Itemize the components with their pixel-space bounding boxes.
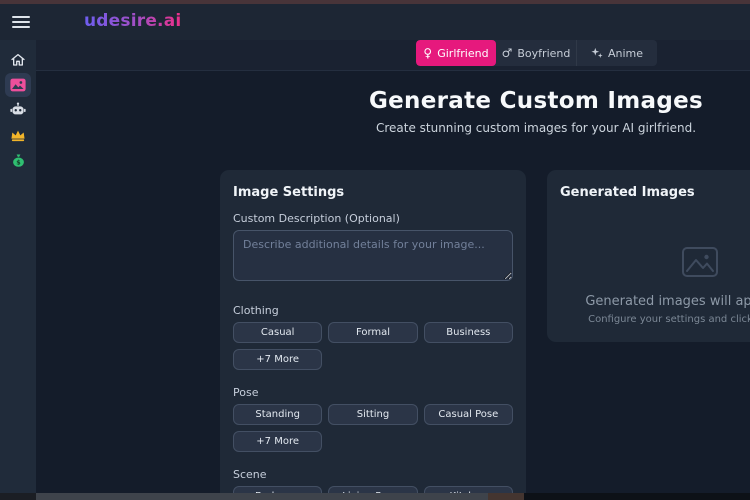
crown-icon bbox=[10, 128, 26, 142]
hero: Generate Custom Images Create stunning c… bbox=[36, 88, 750, 135]
svg-text:$: $ bbox=[16, 158, 20, 166]
scrollbar-corner bbox=[0, 493, 36, 500]
scrollbar-thumb[interactable] bbox=[36, 493, 488, 500]
tab-boyfriend[interactable]: ♂ Boyfriend bbox=[496, 40, 576, 66]
tab-girlfriend[interactable]: ♀ Girlfriend bbox=[416, 40, 496, 66]
sidebar-item-home[interactable] bbox=[5, 48, 31, 72]
option-sitting[interactable]: Sitting bbox=[328, 404, 417, 425]
tab-anime[interactable]: Anime bbox=[576, 40, 657, 66]
horizontal-scrollbar[interactable] bbox=[36, 493, 750, 500]
app-screen: udesire.ai bbox=[0, 0, 750, 500]
male-icon: ♂ bbox=[502, 47, 513, 59]
generated-images-panel: Generated Images Generated images will a… bbox=[547, 170, 750, 342]
tab-anime-label: Anime bbox=[608, 47, 643, 60]
app-header: udesire.ai bbox=[0, 4, 750, 40]
tab-boyfriend-label: Boyfriend bbox=[517, 47, 570, 60]
scene-label: Scene bbox=[233, 468, 513, 481]
clothing-more-button[interactable]: +7 More bbox=[233, 349, 322, 370]
description-label: Custom Description (Optional) bbox=[233, 212, 513, 225]
generated-images-title: Generated Images bbox=[560, 185, 750, 200]
sidebar-item-chat[interactable] bbox=[5, 98, 31, 122]
option-formal[interactable]: Formal bbox=[328, 322, 417, 343]
empty-state-title: Generated images will appear here bbox=[560, 294, 750, 309]
menu-icon[interactable] bbox=[12, 14, 30, 30]
option-casual-pose[interactable]: Casual Pose bbox=[424, 404, 513, 425]
clothing-options: Casual Formal Business bbox=[233, 322, 513, 343]
category-tabs: ♀ Girlfriend ♂ Boyfriend Anime bbox=[416, 40, 657, 66]
image-settings-title: Image Settings bbox=[233, 185, 513, 200]
female-icon: ♀ bbox=[423, 47, 432, 59]
sidebar-item-earn[interactable]: $ bbox=[5, 148, 31, 172]
option-casual[interactable]: Casual bbox=[233, 322, 322, 343]
home-icon bbox=[10, 52, 26, 68]
robot-icon bbox=[10, 102, 26, 118]
sparkles-icon bbox=[591, 47, 603, 59]
option-standing[interactable]: Standing bbox=[233, 404, 322, 425]
clothing-label: Clothing bbox=[233, 304, 513, 317]
sidebar-item-premium[interactable] bbox=[5, 123, 31, 147]
option-business[interactable]: Business bbox=[424, 322, 513, 343]
sidebar: $ bbox=[0, 40, 36, 493]
empty-state-hint: Configure your settings and click "Gener… bbox=[560, 314, 750, 325]
tab-band: ♀ Girlfriend ♂ Boyfriend Anime bbox=[36, 40, 750, 71]
image-icon bbox=[10, 78, 26, 92]
generated-empty-state: Generated images will appear here Config… bbox=[560, 246, 750, 325]
pose-options: Standing Sitting Casual Pose bbox=[233, 404, 513, 425]
sidebar-item-images[interactable] bbox=[5, 73, 31, 97]
pose-label: Pose bbox=[233, 386, 513, 399]
scrollbar-accent bbox=[488, 493, 524, 500]
page-subtitle: Create stunning custom images for your A… bbox=[36, 121, 750, 135]
image-settings-panel: Image Settings Custom Description (Optio… bbox=[220, 170, 526, 500]
tab-girlfriend-label: Girlfriend bbox=[437, 47, 488, 60]
description-input[interactable] bbox=[233, 230, 513, 281]
image-placeholder-icon bbox=[560, 246, 750, 278]
pose-more-button[interactable]: +7 More bbox=[233, 431, 322, 452]
page-title: Generate Custom Images bbox=[36, 88, 750, 114]
money-icon: $ bbox=[11, 153, 26, 168]
app-logo[interactable]: udesire.ai bbox=[84, 11, 181, 31]
